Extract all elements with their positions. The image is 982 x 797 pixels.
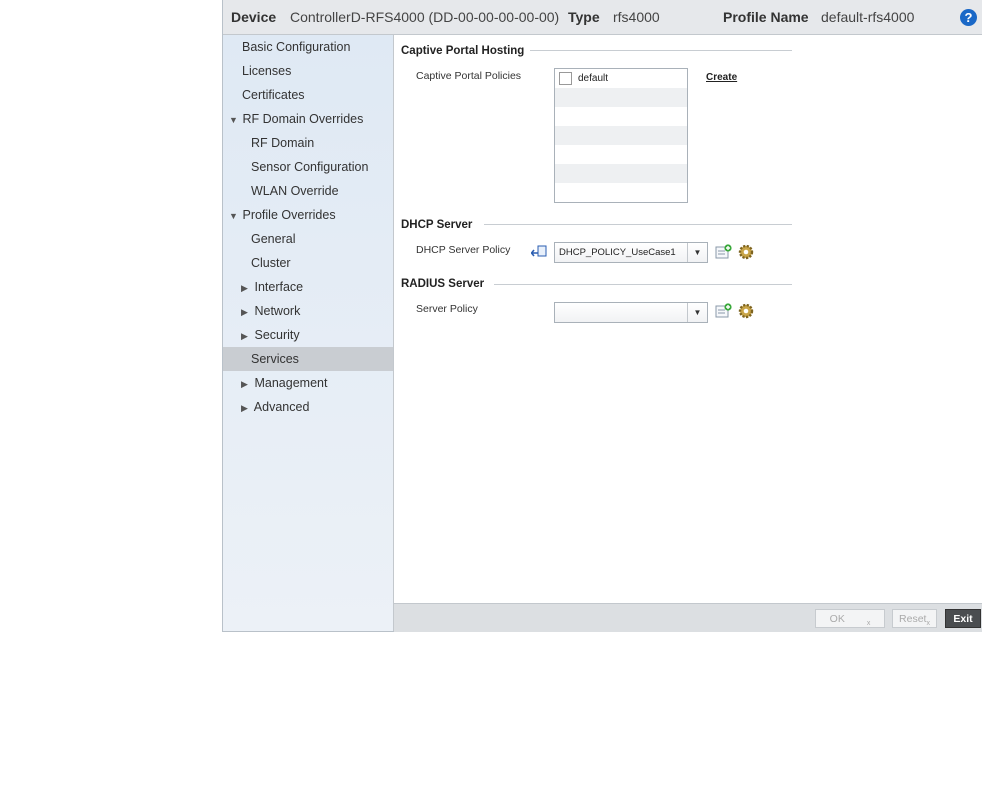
sidebar-item-label: RF Domain bbox=[251, 136, 315, 150]
ok-button[interactable]: OK x bbox=[815, 609, 885, 628]
sidebar-item-network[interactable]: ▶ Network bbox=[223, 299, 393, 323]
sidebar-item-basic-configuration[interactable]: Basic Configuration bbox=[223, 35, 393, 59]
sidebar-item-rf-domain-overrides[interactable]: ▼ RF Domain Overrides bbox=[223, 107, 393, 131]
device-label: Device bbox=[231, 9, 277, 25]
expanded-arrow-icon[interactable]: ▼ bbox=[229, 108, 239, 132]
list-item-empty bbox=[555, 126, 687, 145]
sidebar-item-wlan-override[interactable]: WLAN Override bbox=[223, 179, 393, 203]
collapsed-arrow-icon[interactable]: ▶ bbox=[241, 324, 251, 348]
shortcut-mark: x bbox=[866, 620, 871, 627]
exit-button-label: Exit bbox=[953, 613, 973, 625]
sidebar-item-security[interactable]: ▶ Security bbox=[223, 323, 393, 347]
help-icon[interactable]: ? bbox=[960, 9, 977, 26]
sidebar-item-interface[interactable]: ▶ Interface bbox=[223, 275, 393, 299]
captive-portal-policies-list[interactable]: default bbox=[554, 68, 688, 203]
ok-button-label: OK bbox=[829, 613, 845, 625]
sidebar-item-general[interactable]: General bbox=[223, 227, 393, 251]
sidebar-item-label: Advanced bbox=[253, 400, 310, 414]
collapsed-arrow-icon[interactable]: ▶ bbox=[241, 300, 251, 324]
device-config-window: Device ControllerD-RFS4000 (DD-00-00-00-… bbox=[222, 0, 982, 632]
sidebar-item-advanced[interactable]: ▶ Advanced bbox=[223, 395, 393, 419]
list-item-empty bbox=[555, 88, 687, 107]
device-value: ControllerD-RFS4000 (DD-00-00-00-00-00) bbox=[290, 9, 560, 25]
sidebar-item-cluster[interactable]: Cluster bbox=[223, 251, 393, 275]
list-item-empty bbox=[555, 107, 687, 126]
dhcp-server-policy-select[interactable]: DHCP_POLICY_UseCase1 ▼ bbox=[554, 242, 708, 263]
list-item-empty bbox=[555, 145, 687, 164]
sidebar-item-label: Certificates bbox=[242, 88, 305, 102]
dhcp-server-policy-label: DHCP Server Policy bbox=[416, 244, 511, 256]
type-value: rfs4000 bbox=[613, 9, 660, 25]
sidebar-item-label: Network bbox=[254, 304, 301, 318]
section-divider bbox=[484, 224, 792, 225]
policy-checkbox[interactable] bbox=[559, 71, 572, 85]
add-policy-icon[interactable] bbox=[715, 303, 732, 318]
sidebar-item-rf-domain[interactable]: RF Domain bbox=[223, 131, 393, 155]
sidebar-item-sensor-configuration[interactable]: Sensor Configuration bbox=[223, 155, 393, 179]
section-divider bbox=[530, 50, 792, 51]
sidebar-item-certificates[interactable]: Certificates bbox=[223, 83, 393, 107]
reset-button-label: Reset bbox=[899, 613, 927, 625]
sidebar-item-services[interactable]: Services bbox=[223, 347, 393, 371]
sidebar-item-label: Licenses bbox=[242, 64, 292, 78]
sidebar-item-profile-overrides[interactable]: ▼ Profile Overrides bbox=[223, 203, 393, 227]
sidebar-item-label: WLAN Override bbox=[251, 184, 339, 198]
footer-bar: OK x Resetx Exit bbox=[394, 603, 982, 632]
revert-icon[interactable] bbox=[531, 245, 547, 259]
create-policy-link[interactable]: Create bbox=[706, 72, 737, 83]
sidebar-item-label: RF Domain Overrides bbox=[242, 112, 364, 126]
dropdown-arrow-icon[interactable]: ▼ bbox=[687, 303, 707, 322]
sidebar-item-label: Sensor Configuration bbox=[251, 160, 369, 174]
sidebar-item-label: Management bbox=[254, 376, 328, 390]
sidebar-item-licenses[interactable]: Licenses bbox=[223, 59, 393, 83]
captive-portal-policies-label: Captive Portal Policies bbox=[416, 70, 522, 82]
sidebar-nav: Basic Configuration Licenses Certificate… bbox=[223, 35, 394, 631]
services-panel: Captive Portal Hosting Captive Portal Po… bbox=[394, 35, 982, 603]
collapsed-arrow-icon[interactable]: ▶ bbox=[241, 396, 251, 420]
edit-policy-icon[interactable] bbox=[738, 303, 754, 319]
sidebar-item-label: Security bbox=[254, 328, 300, 342]
dhcp-server-section-title: DHCP Server bbox=[401, 219, 473, 231]
dropdown-arrow-icon[interactable]: ▼ bbox=[687, 243, 707, 262]
type-label: Type bbox=[568, 9, 600, 25]
radius-server-policy-select[interactable]: ▼ bbox=[554, 302, 708, 323]
exit-button[interactable]: Exit bbox=[945, 609, 981, 628]
collapsed-arrow-icon[interactable]: ▶ bbox=[241, 372, 251, 396]
edit-policy-icon[interactable] bbox=[738, 244, 754, 260]
policy-name: default bbox=[578, 73, 609, 84]
captive-portal-section-title: Captive Portal Hosting bbox=[401, 45, 525, 57]
profile-name-label: Profile Name bbox=[723, 9, 809, 25]
server-policy-label: Server Policy bbox=[416, 303, 478, 315]
list-item[interactable]: default bbox=[555, 69, 687, 88]
header-bar: Device ControllerD-RFS4000 (DD-00-00-00-… bbox=[223, 0, 982, 35]
selected-value: DHCP_POLICY_UseCase1 bbox=[559, 247, 676, 258]
sidebar-item-label: Interface bbox=[254, 280, 304, 294]
sidebar-item-label: Services bbox=[251, 352, 299, 366]
add-policy-icon[interactable] bbox=[715, 244, 732, 259]
sidebar-item-label: Profile Overrides bbox=[242, 208, 336, 222]
shortcut-mark: x bbox=[926, 620, 930, 627]
radius-server-section-title: RADIUS Server bbox=[401, 278, 485, 290]
list-item-empty bbox=[555, 164, 687, 183]
sidebar-item-management[interactable]: ▶ Management bbox=[223, 371, 393, 395]
section-divider bbox=[494, 284, 792, 285]
sidebar-item-label: Cluster bbox=[251, 256, 291, 270]
reset-button[interactable]: Resetx bbox=[892, 609, 937, 628]
sidebar-item-label: Basic Configuration bbox=[242, 40, 351, 54]
collapsed-arrow-icon[interactable]: ▶ bbox=[241, 276, 251, 300]
sidebar-item-label: General bbox=[251, 232, 296, 246]
expanded-arrow-icon[interactable]: ▼ bbox=[229, 204, 239, 228]
profile-name-value: default-rfs4000 bbox=[821, 9, 915, 25]
